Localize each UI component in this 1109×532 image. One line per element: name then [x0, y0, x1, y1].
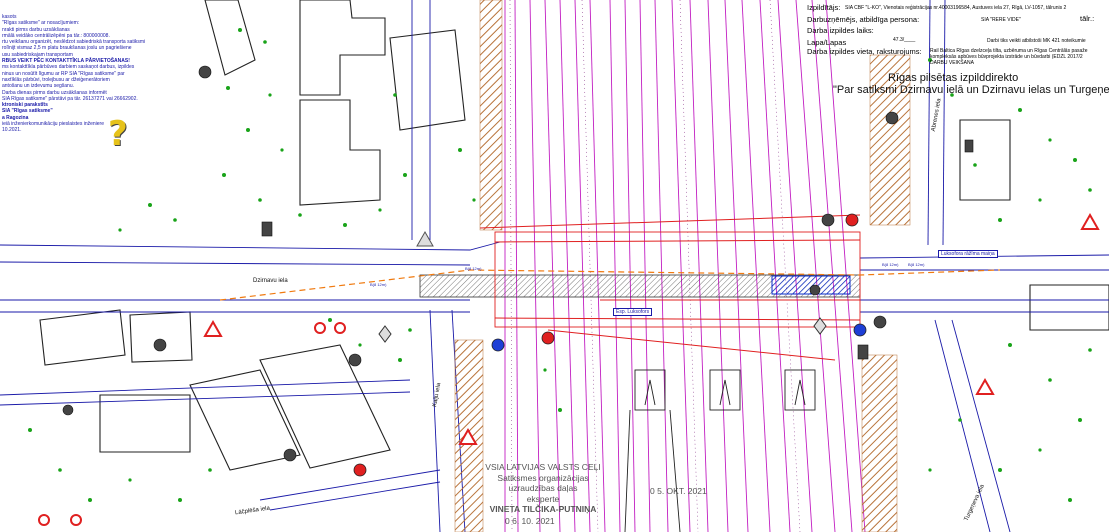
contractor-label: Darbuzņēmējs, atbildīga persona: [807, 15, 920, 24]
rail-lines [504, 0, 866, 532]
dimension-label: B(8 12m) [882, 262, 899, 267]
decree-title: Rīgas pilsētas izpilddirekto [888, 72, 1019, 84]
embankment-left [479, 0, 503, 231]
stamp-line: VINETA TILČIKA-PUTNIŅA [489, 504, 597, 514]
platforms [624, 369, 816, 532]
time-label: Darba izpildes laiks: [807, 26, 874, 35]
stamp-line: uzraudzības daļas [508, 483, 578, 493]
signal-mode-label: Luksofora rāžīma maiņa [938, 250, 998, 258]
street-label-dzirnavu: Dzirnavu iela [253, 278, 288, 284]
executor-label: Izpildītājs: [807, 3, 841, 12]
place-label: Darba izpildes vieta, raksturojums: [807, 47, 922, 56]
dimension-label: B(8 12m) [465, 266, 482, 271]
sheet-label: Lapa/Lapas [807, 38, 847, 47]
embankment-right-low [861, 354, 898, 532]
rail-ties [509, 0, 801, 532]
permit-notes: kasots "Rīgas satiksme" ar nosacījumiem:… [2, 14, 198, 134]
executor-value: SIA CBF "L-KO", Vienotais reģistrācijas … [845, 5, 1067, 11]
approval-stamp: VSIA LATVIJAS VALSTS CEĻI Satiksmes orga… [478, 462, 608, 515]
stamp-date-2: 0 6. 10. 2021 [505, 516, 555, 526]
stamp-line: VSIA LATVIJAS VALSTS CEĻI [485, 462, 601, 472]
question-mark-icon: ? [108, 114, 128, 154]
contractor-value: SIA "RERE VIDE" [981, 17, 1021, 23]
place-line-3: DARBU VEIKŠANA [930, 60, 974, 66]
stamp-date-1: 0 5. OKT. 2021 [650, 486, 707, 496]
stamp-line: eksperte [526, 493, 560, 504]
signal-label: Esp. Luksofors [613, 308, 653, 316]
regulation-note: Darbi tiks veikti atbilstoši MK 421 note… [987, 38, 1086, 44]
sheet-value: 47.3/____ [893, 37, 916, 43]
dimension-label: B(8 12m) [370, 282, 387, 287]
dimension-label: B(8 12m) [908, 262, 925, 267]
phone-label: tālr.: [1080, 14, 1095, 23]
stamp-line: Satiksmes organizācijas [497, 472, 589, 483]
decree-subtitle: "Par satiksmi Dzirnavu ielā un Dzirnavu … [833, 84, 1109, 96]
note-line: 10.2021. [2, 127, 22, 134]
